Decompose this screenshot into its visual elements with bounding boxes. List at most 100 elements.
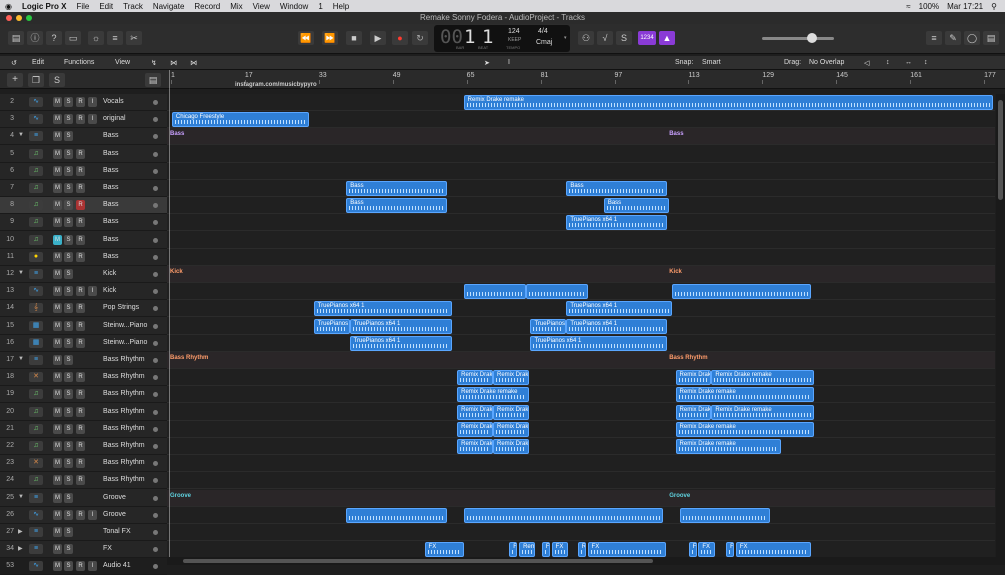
vertical-scroll-thumb[interactable] [998,100,1003,200]
stop-button[interactable]: ■ [346,31,362,45]
tuner-icon[interactable]: √ [597,31,613,45]
region[interactable] [525,284,588,300]
region[interactable]: Remix Drake remake [711,404,815,420]
region[interactable]: TruePianos x64 1 [566,318,668,334]
region[interactable]: Remix Drak [493,404,529,420]
mute-button[interactable]: M [53,320,62,331]
stack-disclosure-icon[interactable]: ▼ [18,132,24,138]
flex-icon[interactable]: ⋈ [170,59,177,67]
track-header[interactable]: 18 ✕ M S R Bass Rhythm [0,369,167,387]
mute-button[interactable]: M [53,251,62,262]
library-icon[interactable]: ▤ [8,31,24,45]
input-monitor-button[interactable]: I [88,561,97,572]
solo-icon[interactable]: S [616,31,632,45]
menu-item[interactable]: Record [189,2,225,11]
track-header[interactable]: 5 ♫ M S R Bass [0,146,167,163]
solo-button[interactable]: S [64,423,73,434]
mute-button[interactable]: M [53,475,62,486]
track-on-off-icon[interactable] [153,254,158,260]
region[interactable] [346,507,448,523]
menu-item[interactable]: View [248,2,275,11]
metronome-icon[interactable]: ▲ [659,31,675,45]
track-lane[interactable] [167,524,995,541]
region[interactable]: FX [587,542,666,557]
track-on-off-icon[interactable] [153,203,158,209]
lcd-dropdown-icon[interactable]: ▾ [564,35,567,41]
global-tracks-icon[interactable]: ▤ [145,73,161,87]
solo-button[interactable]: S [64,406,73,417]
input-monitor-button[interactable]: I [88,97,97,107]
region[interactable]: Remix Drake remake [675,387,815,403]
region[interactable] [680,507,771,523]
track-on-off-icon[interactable] [153,306,158,312]
stack-disclosure-icon[interactable]: ▶ [18,528,23,535]
track-header[interactable]: 7 ♫ M S R Bass [0,180,167,197]
mute-button[interactable]: M [53,441,62,451]
track-on-off-icon[interactable] [153,495,158,501]
region[interactable]: Remix Drake remake [711,370,815,386]
region[interactable]: F [509,542,518,557]
horizontal-zoom-icon[interactable]: ↔ [905,59,912,66]
track-on-off-icon[interactable] [153,323,158,329]
apple-menu-icon[interactable]: ◉ [0,2,17,11]
toolbar-toggle-icon[interactable]: ▭ [65,31,81,45]
region[interactable]: Chicago Freestyle [171,112,309,128]
mute-button[interactable]: M [53,165,62,176]
region[interactable]: FX [551,542,568,557]
mute-button[interactable]: M [53,286,62,297]
quick-help-icon[interactable]: ? [46,31,62,45]
master-volume-knob[interactable] [807,33,817,43]
region[interactable] [463,507,663,523]
stack-disclosure-icon[interactable]: ▶ [18,545,23,552]
mute-button[interactable]: M [53,423,62,434]
solo-button[interactable]: S [64,389,73,400]
app-menu[interactable]: Logic Pro X [17,2,71,11]
region[interactable]: FX [424,542,464,557]
region[interactable]: Remix Drak [457,421,493,437]
solo-button[interactable]: S [64,286,73,297]
region[interactable]: TruePianos x64 1 [566,215,668,231]
region[interactable]: TruePianos x64 1 [313,301,453,317]
zoom-window-button[interactable] [26,15,32,21]
input-monitor-button[interactable]: I [88,286,97,297]
mute-button[interactable]: M [53,148,62,159]
catch-icon[interactable]: ⋈ [190,59,197,67]
track-header[interactable]: 6 ♫ M S R Bass [0,163,167,180]
track-header[interactable]: 25 ▼ ≡ M S Groove [0,490,167,507]
track-on-off-icon[interactable] [153,392,158,398]
mute-button[interactable]: M [53,217,62,228]
track-lane[interactable] [167,489,995,507]
track-on-off-icon[interactable] [153,512,158,518]
track-on-off-icon[interactable] [153,237,158,243]
region[interactable]: Remix Drak [493,370,529,386]
record-enable-button[interactable]: R [76,183,85,193]
list-editors-icon[interactable]: ≡ [926,31,942,45]
region[interactable]: F [688,542,697,557]
solo-button[interactable]: S [64,183,73,193]
track-lane[interactable] [167,404,995,421]
region[interactable]: Remix Drak [457,370,493,386]
track-on-off-icon[interactable] [153,220,158,226]
track-on-off-icon[interactable] [153,186,158,191]
track-header[interactable]: 13 ∿ M S R I Kick [0,283,167,301]
menu-item[interactable]: Edit [94,2,118,11]
editors-icon[interactable]: ✂ [126,31,142,45]
region[interactable]: Remix Drake remake [457,387,529,403]
record-enable-button[interactable]: R [76,372,85,383]
solo-button[interactable]: S [64,355,73,365]
drag-select[interactable]: No Overlap [809,59,844,66]
region[interactable]: TruePianos x64 1 [566,301,673,317]
track-on-off-icon[interactable] [153,151,158,157]
track-header[interactable]: 12 ▼ ≡ M S Kick [0,266,167,283]
stack-disclosure-icon[interactable]: ▼ [18,270,24,276]
fast-forward-button[interactable]: ⏩ [322,31,338,45]
track-on-off-icon[interactable] [153,409,158,415]
track-on-off-icon[interactable] [153,100,158,105]
solo-button[interactable]: S [64,131,73,142]
global-solo-icon[interactable]: S [49,73,65,87]
edit-menu[interactable]: Edit [32,59,44,66]
menu-item[interactable]: Window [275,2,313,11]
mute-button[interactable]: M [53,131,62,142]
track-header[interactable]: 14 𝄞 M S R Pop Strings [0,300,167,318]
input-monitor-button[interactable]: I [88,509,97,520]
